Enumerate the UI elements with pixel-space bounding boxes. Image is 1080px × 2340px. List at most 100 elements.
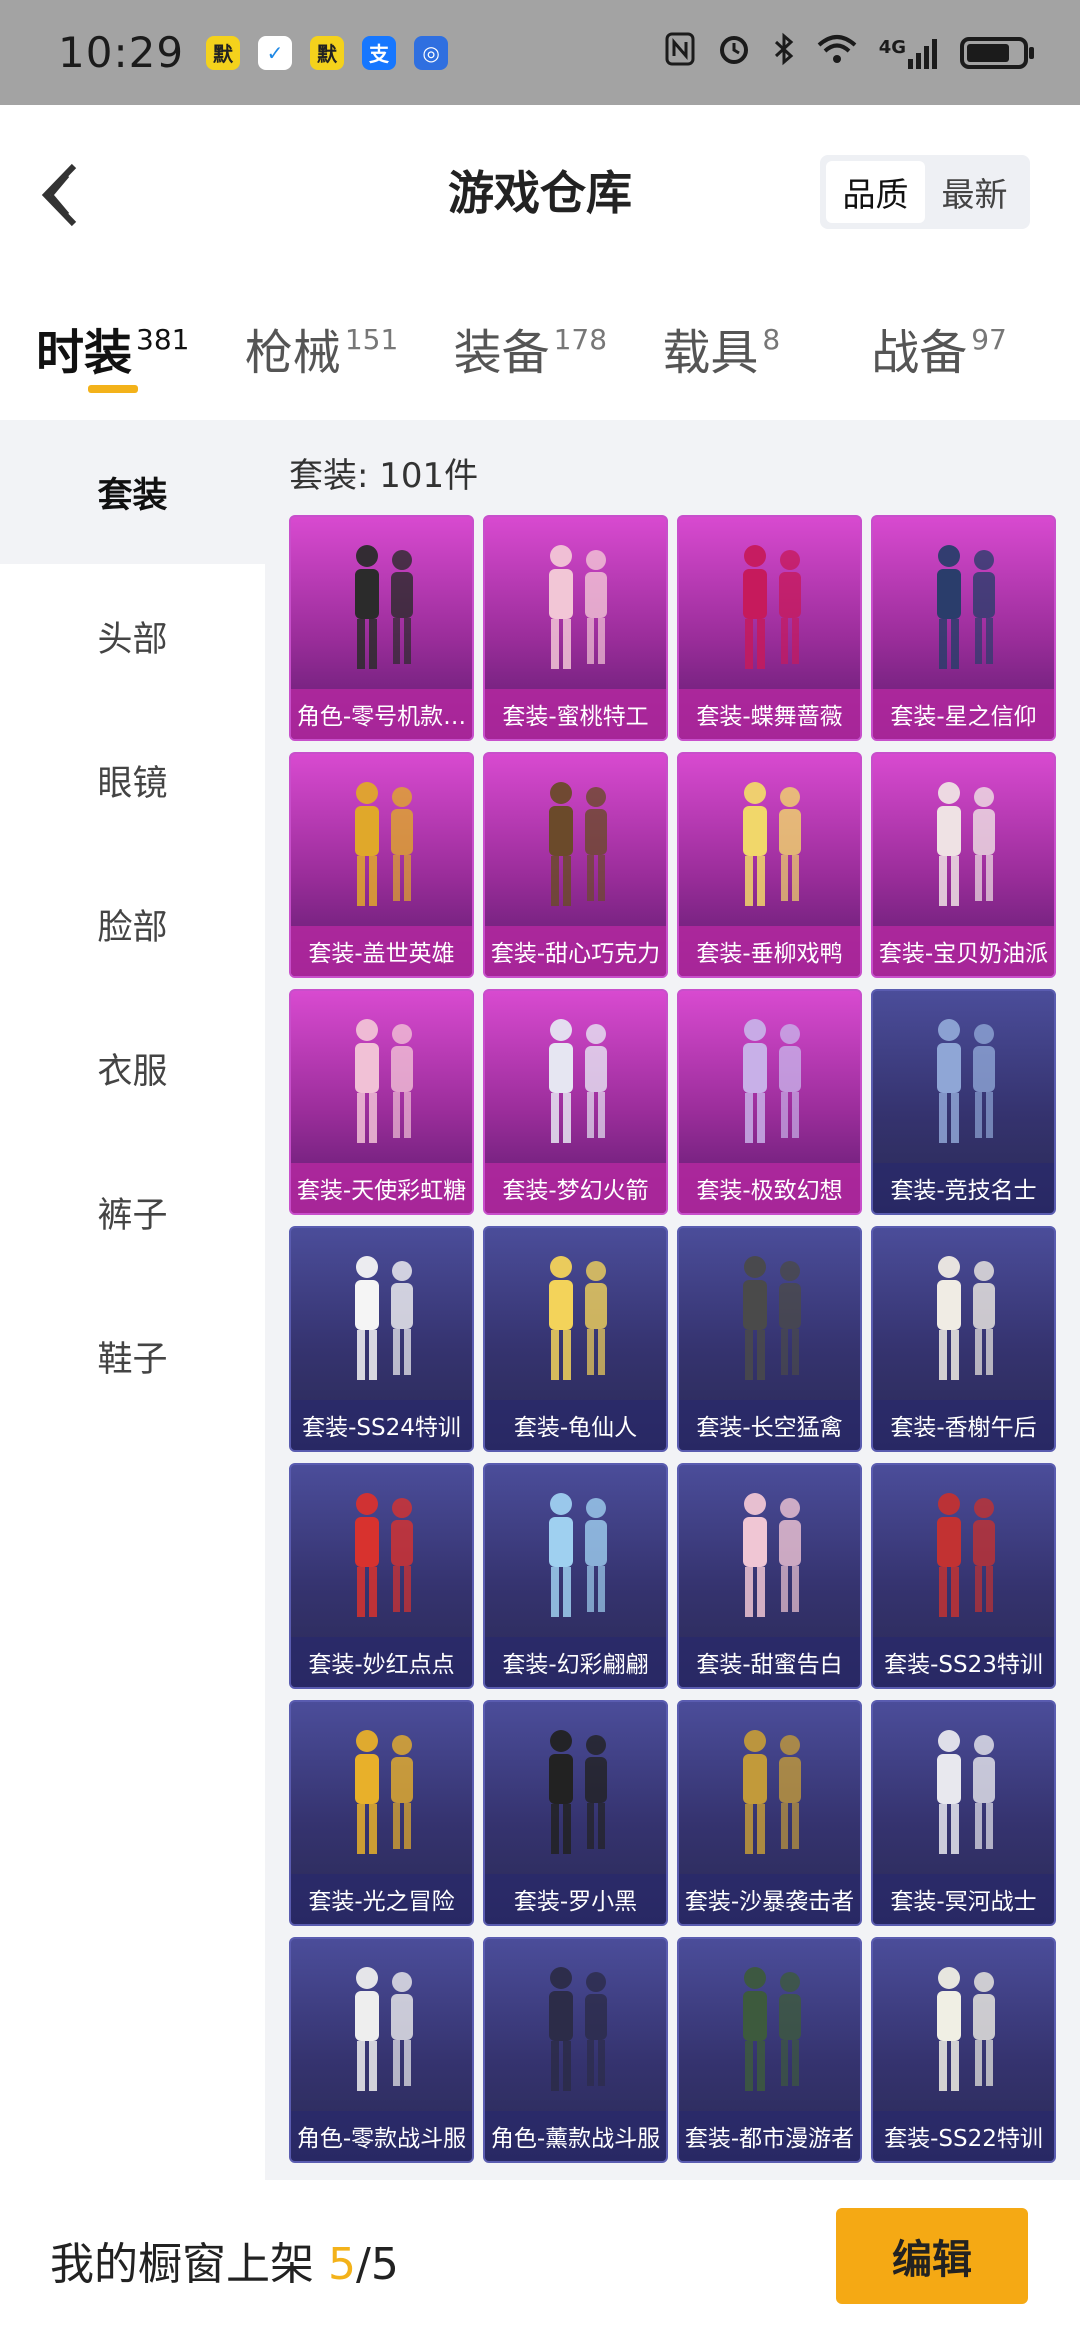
status-time: 10:29	[58, 28, 185, 77]
outfit-image	[291, 1003, 472, 1163]
item-card[interactable]: 套装-星之信仰	[871, 515, 1056, 741]
outfit-image	[291, 766, 472, 926]
item-label: 套装-SS23特训	[873, 1637, 1054, 1687]
sidebar-item[interactable]: 眼镜	[0, 708, 265, 852]
item-label: 套装-天使彩虹糖	[291, 1163, 472, 1213]
item-card[interactable]: 套装-长空猛禽	[677, 1226, 862, 1452]
sidebar-item[interactable]: 头部	[0, 564, 265, 708]
network-type: 4G	[878, 36, 906, 58]
alipay-icon: 支	[362, 35, 397, 70]
tab-2[interactable]: 装备 178	[454, 275, 663, 383]
showcase-label: 我的橱窗上架	[50, 2239, 314, 2290]
item-label: 套装-盖世英雄	[291, 926, 472, 976]
item-card[interactable]: 套装-竞技名士	[871, 989, 1056, 1215]
outfit-image	[679, 1477, 860, 1637]
item-card[interactable]: 套装-蜜桃特工	[483, 515, 668, 741]
item-card[interactable]: 套装-极致幻想	[677, 989, 862, 1215]
sort-latest-button[interactable]: 最新	[925, 161, 1024, 223]
outfit-image	[485, 529, 666, 689]
item-card[interactable]: 套装-光之冒险	[289, 1700, 474, 1926]
sidebar-item[interactable]: 衣服	[0, 996, 265, 1140]
outfit-image	[679, 1714, 860, 1874]
item-card[interactable]: 套装-沙暴袭击者	[677, 1700, 862, 1926]
item-label: 套装-梦幻火箭	[485, 1163, 666, 1213]
wifi-icon	[817, 33, 857, 73]
outfit-image	[679, 766, 860, 926]
sort-toggle: 品质 最新	[820, 155, 1030, 229]
item-card[interactable]: 套装-妙红点点	[289, 1463, 474, 1689]
outfit-image	[679, 1003, 860, 1163]
item-card[interactable]: 套装-龟仙人	[483, 1226, 668, 1452]
item-label: 套装-冥河战士	[873, 1874, 1054, 1924]
item-label: 套装-罗小黑	[485, 1874, 666, 1924]
item-label: 套装-垂柳戏鸭	[679, 926, 860, 976]
item-card[interactable]: 套装-盖世英雄	[289, 752, 474, 978]
outfit-image	[291, 1951, 472, 2111]
tab-4[interactable]: 战备 97	[871, 275, 1080, 383]
outfit-image	[485, 1477, 666, 1637]
edit-button[interactable]: 编辑	[836, 2208, 1028, 2304]
tab-count: 8	[762, 323, 781, 356]
item-label: 套装-SS24特训	[291, 1400, 472, 1450]
item-card[interactable]: 套装-宝贝奶油派	[871, 752, 1056, 978]
item-card[interactable]: 套装-垂柳戏鸭	[677, 752, 862, 978]
showcase-current: 5	[328, 2239, 356, 2290]
outfit-image	[873, 1477, 1054, 1637]
tab-count: 97	[971, 323, 1007, 356]
tab-3[interactable]: 载具 8	[662, 275, 871, 383]
item-label: 套装-竞技名士	[873, 1163, 1054, 1213]
item-label: 套装-蜜桃特工	[485, 689, 666, 739]
item-label: 套装-甜蜜告白	[679, 1637, 860, 1687]
outfit-image	[679, 1240, 860, 1400]
item-label: 套装-SS22特训	[873, 2111, 1054, 2161]
item-card[interactable]: 套装-都市漫游者	[677, 1937, 862, 2163]
item-label: 套装-蝶舞蔷薇	[679, 689, 860, 739]
sidebar-item[interactable]: 套装	[0, 420, 265, 564]
outfit-image	[485, 766, 666, 926]
outfit-image	[485, 1714, 666, 1874]
alarm-icon	[717, 32, 751, 74]
outfit-image	[485, 1951, 666, 2111]
signal-icon: 4G	[879, 37, 938, 69]
item-label: 套装-龟仙人	[485, 1400, 666, 1450]
item-card[interactable]: 套装-冥河战士	[871, 1700, 1056, 1926]
item-card[interactable]: 套装-甜心巧克力	[483, 752, 668, 978]
item-card[interactable]: 角色-薰款战斗服	[483, 1937, 668, 2163]
tab-0[interactable]: 时装 381	[36, 275, 245, 393]
item-card[interactable]: 套装-SS24特训	[289, 1226, 474, 1452]
sidebar-item[interactable]: 裤子	[0, 1140, 265, 1284]
item-label: 套装-沙暴袭击者	[679, 1874, 860, 1924]
outfit-image	[873, 1240, 1054, 1400]
item-card[interactable]: 套装-甜蜜告白	[677, 1463, 862, 1689]
tab-count: 151	[344, 323, 399, 356]
item-label: 套装-甜心巧克力	[485, 926, 666, 976]
tab-count: 381	[136, 323, 190, 356]
status-bar: 10:29 默 ✓ 默支 ◎ 4G	[0, 0, 1080, 105]
item-card[interactable]: 套装-罗小黑	[483, 1700, 668, 1926]
item-card[interactable]: 套装-蝶舞蔷薇	[677, 515, 862, 741]
tab-label: 装备	[453, 325, 550, 381]
sidebar-item[interactable]: 脸部	[0, 852, 265, 996]
item-card[interactable]: 套装-SS22特训	[871, 1937, 1056, 2163]
outfit-image	[485, 1240, 666, 1400]
item-card[interactable]: 角色-零款战斗服	[289, 1937, 474, 2163]
tab-count: 178	[553, 323, 608, 356]
outfit-image	[485, 1003, 666, 1163]
sidebar: 套装 头部 眼镜 脸部 衣服 裤子 鞋子	[0, 420, 265, 2180]
item-card[interactable]: 套装-幻彩翩翩	[483, 1463, 668, 1689]
tab-1[interactable]: 枪械 151	[245, 275, 454, 383]
item-card[interactable]: 套装-香榭午后	[871, 1226, 1056, 1452]
sort-quality-button[interactable]: 品质	[826, 161, 925, 223]
item-card[interactable]: 套装-天使彩虹糖	[289, 989, 474, 1215]
notification-icons: 默 ✓ 默支 ◎	[206, 35, 449, 70]
tab-label: 战备	[871, 325, 968, 381]
sidebar-item[interactable]: 鞋子	[0, 1284, 265, 1428]
item-label: 套装-长空猛禽	[679, 1400, 860, 1450]
item-card[interactable]: 套装-SS23特训	[871, 1463, 1056, 1689]
item-label: 套装-幻彩翩翩	[485, 1637, 666, 1687]
item-count-label: 套装: 101件	[289, 456, 479, 496]
app-icon-3: 默	[310, 35, 345, 70]
item-card[interactable]: 套装-梦幻火箭	[483, 989, 668, 1215]
tab-label: 载具	[662, 325, 759, 381]
item-card[interactable]: 角色-零号机款…	[289, 515, 474, 741]
